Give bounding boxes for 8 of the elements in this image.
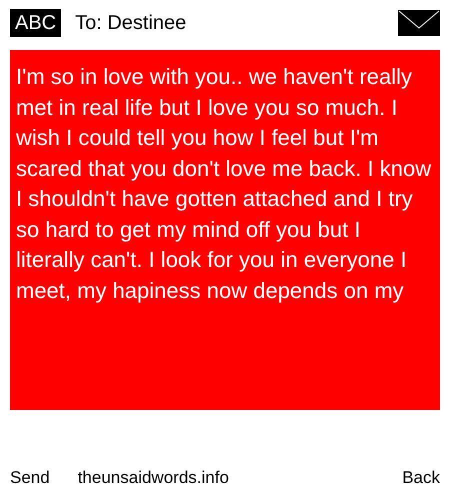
send-softkey[interactable]: Send — [10, 465, 50, 491]
message-text: I'm so in love with you.. we haven't really met in real life but I love you so much. I wish I could tell you how I feel but I'm scared that you don't love me back. I know I shouldn't have gotten attached and I try so hard to get my mind off you but I literally can't. I look for you in everyone I meet, my hapiness now depends on my — [16, 63, 432, 305]
back-softkey[interactable]: Back — [402, 465, 440, 491]
site-name: theunsaidwords.info — [78, 467, 229, 490]
recipient-label: To: Destinee — [75, 11, 186, 36]
envelope-icon — [398, 10, 440, 36]
input-mode-indicator: ABC — [10, 9, 62, 37]
message-area[interactable] — [10, 50, 440, 410]
